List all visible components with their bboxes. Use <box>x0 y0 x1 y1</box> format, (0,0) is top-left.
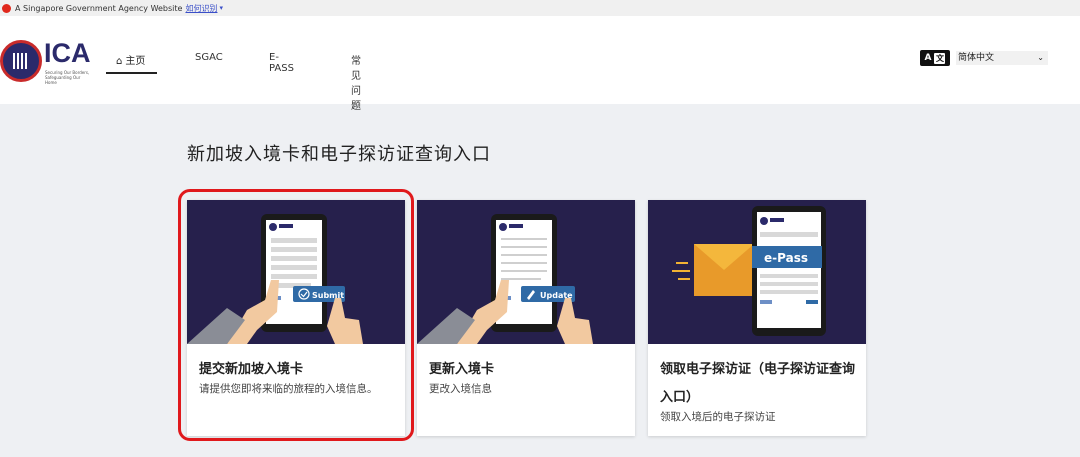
language-select[interactable]: 简体中文 ⌄ <box>956 51 1048 65</box>
nav-home-label: 主页 <box>125 56 146 67</box>
nav-home[interactable]: ⌂ 主页 <box>106 52 157 74</box>
nav-sgac[interactable]: SGAC <box>195 52 223 63</box>
card-description: 更改入境信息 <box>429 383 492 395</box>
card-illustration: Update <box>417 200 635 344</box>
phone-update-illustration: Update <box>417 214 593 344</box>
chevron-down-icon[interactable]: ▾ <box>219 4 223 12</box>
logo-text: ICA <box>44 38 91 68</box>
highlight-box <box>178 189 414 441</box>
nav-faq[interactable]: 常见问题 <box>351 52 361 112</box>
card-epass[interactable]: e-Pass 领取电子探访证（电子探访证查询入口） 领取入境后的电子探访证 <box>648 200 866 436</box>
page-title: 新加坡入境卡和电子探访证查询入口 <box>187 144 491 165</box>
chevron-down-icon: ⌄ <box>1037 53 1044 62</box>
card-description: 领取入境后的电子探访证 <box>660 411 776 423</box>
gov-banner: A Singapore Government Agency Website 如何… <box>0 0 1080 16</box>
home-icon: ⌂ <box>116 56 123 67</box>
card-title: 领取电子探访证（电子探访证查询入口） <box>660 362 856 405</box>
translate-icon: A文 <box>920 50 950 66</box>
identify-link[interactable]: 如何识别 <box>185 3 217 14</box>
ica-logo[interactable]: ICA Securing Our Borders, Safeguarding O… <box>0 36 92 85</box>
card-update-arrival[interactable]: Update 更新入境卡 更改入境信息 <box>417 200 635 436</box>
epass-badge-text: e-Pass <box>764 251 808 265</box>
phone-epass-illustration: e-Pass <box>672 206 826 336</box>
logo-tagline: Securing Our Borders, Safeguarding Our H… <box>45 70 90 85</box>
language-selected: 简体中文 <box>958 53 995 63</box>
ica-seal-icon <box>0 40 42 82</box>
site-header: ICA Securing Our Borders, Safeguarding O… <box>0 16 1080 112</box>
language-switcher: A文 简体中文 ⌄ <box>920 50 1048 66</box>
nav-epass[interactable]: E-PASS <box>269 52 294 74</box>
gov-banner-text: A Singapore Government Agency Website <box>15 3 183 13</box>
singapore-lion-icon <box>2 3 11 13</box>
card-illustration: e-Pass <box>648 200 866 344</box>
